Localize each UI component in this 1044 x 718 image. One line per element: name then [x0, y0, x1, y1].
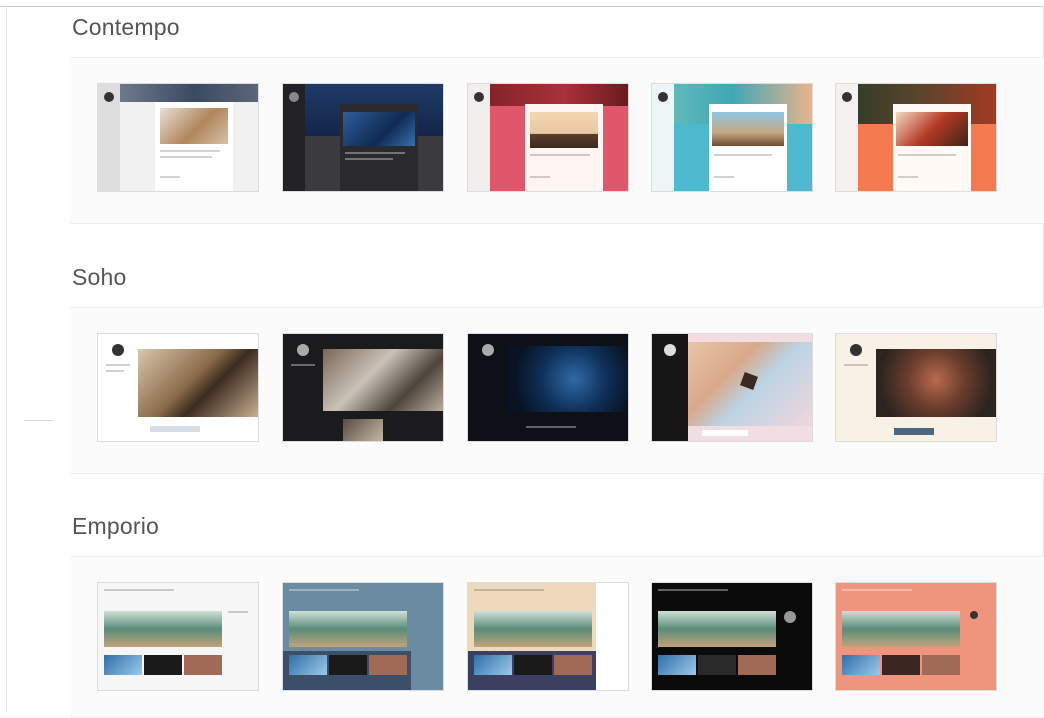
- blog-title: [658, 589, 728, 591]
- text-line: [345, 158, 393, 160]
- text-line: [160, 176, 180, 178]
- post-thumb: [698, 655, 736, 675]
- window-top-border: [0, 0, 1044, 7]
- sidebar-text: [844, 364, 868, 366]
- avatar: [112, 344, 124, 356]
- section-title-contempo: Contempo: [72, 14, 180, 40]
- post-image: [138, 349, 258, 417]
- avatar: [970, 611, 978, 619]
- post-image: [896, 112, 968, 146]
- theme-thumbnail-emporio-tan[interactable]: [468, 583, 628, 690]
- post-thumb: [738, 655, 776, 675]
- post-thumb: [882, 655, 920, 675]
- post-thumb: [842, 655, 880, 675]
- avatar: [289, 92, 299, 102]
- theme-thumbnail-soho-navy[interactable]: [468, 334, 628, 441]
- text-line: [530, 176, 550, 178]
- sidebar-text: [106, 370, 124, 372]
- theme-thumbnail-soho-light[interactable]: [98, 334, 258, 441]
- theme-thumbnail-soho-cream[interactable]: [836, 334, 996, 441]
- theme-thumbnail-contempo-teal[interactable]: [652, 84, 812, 191]
- blog-title: [842, 589, 912, 591]
- post-thumb: [144, 655, 182, 675]
- post-image: [323, 349, 443, 411]
- sidebar-text: [106, 364, 130, 366]
- avatar: [658, 92, 668, 102]
- theme-thumbnail-soho-dark[interactable]: [283, 334, 443, 441]
- post-image: [289, 611, 407, 647]
- text-line: [160, 156, 212, 158]
- post-image: [508, 346, 628, 412]
- theme-thumbnail-emporio-light[interactable]: [98, 583, 258, 690]
- blog-title: [104, 589, 174, 591]
- section-title-soho: Soho: [72, 264, 127, 290]
- post-thumb: [104, 655, 142, 675]
- avatar: [664, 344, 676, 356]
- post-thumb: [369, 655, 407, 675]
- post-image: [842, 611, 960, 647]
- header-image: [468, 84, 628, 106]
- avatar: [482, 344, 494, 356]
- avatar: [474, 92, 484, 102]
- sidebar: [596, 583, 628, 690]
- post-thumb: [329, 655, 367, 675]
- blog-title: [289, 589, 359, 591]
- post-image: [160, 108, 228, 144]
- avatar: [842, 92, 852, 102]
- theme-thumbnail-contempo-light[interactable]: [98, 84, 258, 191]
- theme-thumbnail-soho-pink[interactable]: [652, 334, 812, 441]
- sidebar-text: [291, 364, 315, 366]
- post-thumb: [289, 655, 327, 675]
- text-line: [898, 176, 918, 178]
- sidebar-text: [228, 611, 248, 613]
- theme-thumbnail-emporio-slate[interactable]: [283, 583, 443, 690]
- theme-group-emporio: [70, 556, 1044, 718]
- post-image-secondary: [343, 419, 383, 441]
- text-line: [530, 154, 590, 156]
- avatar: [297, 344, 309, 356]
- text-line: [714, 176, 734, 178]
- avatar: [784, 611, 796, 623]
- button-bar: [150, 426, 200, 432]
- text-line: [526, 426, 576, 428]
- post-image: [474, 611, 592, 647]
- post-thumb: [514, 655, 552, 675]
- post-image: [104, 611, 222, 647]
- theme-thumbnail-contempo-red[interactable]: [468, 84, 628, 191]
- header-image: [98, 84, 258, 102]
- button-bar: [702, 430, 748, 436]
- section-title-emporio: Emporio: [72, 513, 160, 539]
- post-image: [530, 112, 598, 148]
- sidebar-divider: [24, 420, 54, 421]
- theme-group-soho: [70, 307, 1044, 474]
- window-left-border: [6, 6, 7, 712]
- button-bar: [894, 428, 934, 435]
- avatar: [850, 344, 862, 356]
- post-thumb: [184, 655, 222, 675]
- post-thumb: [474, 655, 512, 675]
- theme-thumbnail-contempo-dark[interactable]: [283, 84, 443, 191]
- theme-thumbnail-emporio-salmon[interactable]: [836, 583, 996, 690]
- avatar: [104, 92, 114, 102]
- post-image: [712, 112, 784, 146]
- post-thumb: [554, 655, 592, 675]
- post-thumb: [922, 655, 960, 675]
- post-image: [658, 611, 776, 647]
- blog-title: [474, 589, 544, 591]
- text-line: [345, 152, 405, 154]
- theme-group-contempo: [70, 57, 1044, 224]
- theme-thumbnail-emporio-black[interactable]: [652, 583, 812, 690]
- text-line: [160, 150, 220, 152]
- text-line: [714, 154, 772, 156]
- post-image: [343, 112, 415, 146]
- theme-thumbnail-contempo-orange[interactable]: [836, 84, 996, 191]
- post-image: [876, 349, 996, 417]
- text-line: [898, 154, 956, 156]
- post-thumb: [658, 655, 696, 675]
